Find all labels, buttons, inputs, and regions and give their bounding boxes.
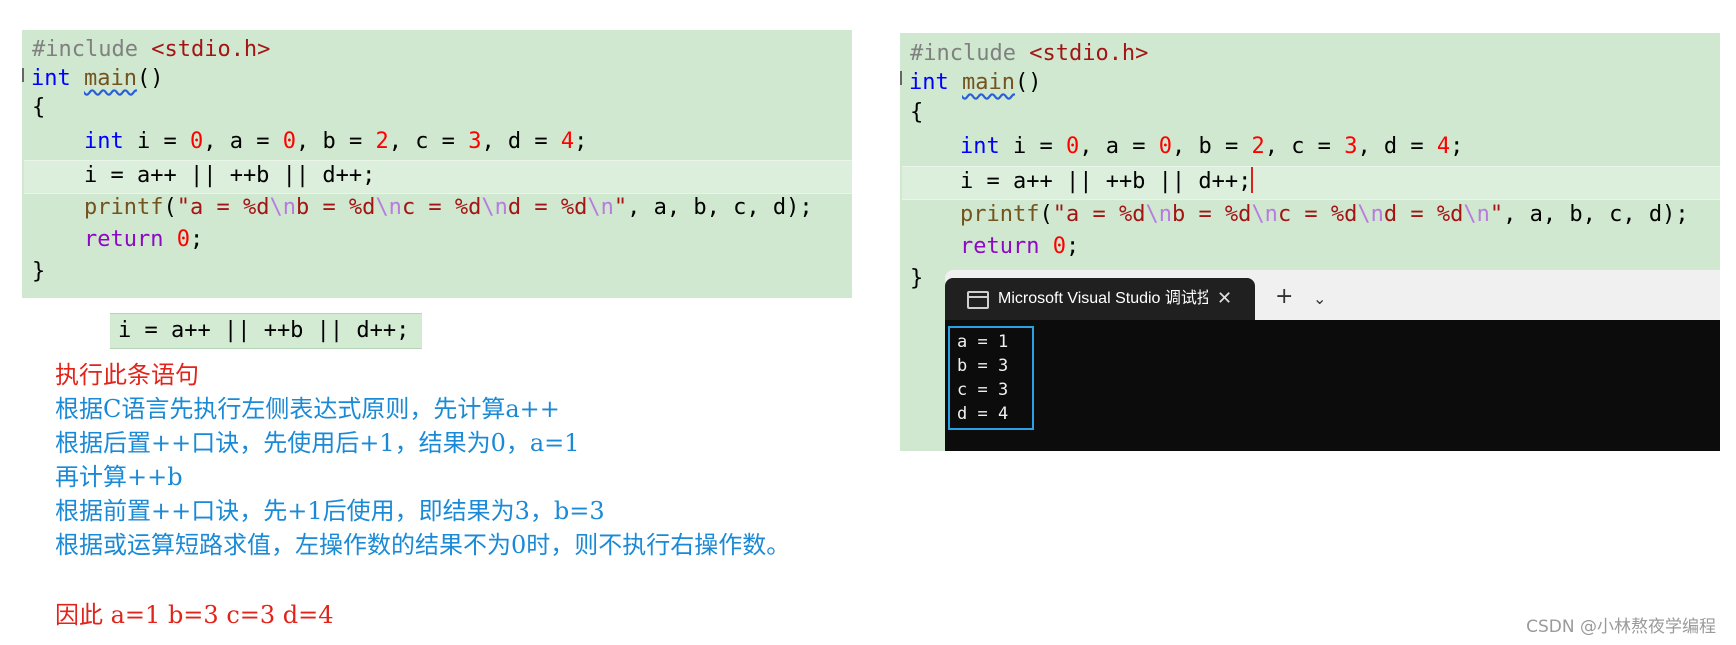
code-line-include: #include <stdio.h> [910, 41, 1149, 66]
note-line-4: 再计算++b [55, 463, 183, 491]
code-line-return: return 0; [960, 234, 1080, 259]
note-line-5: 根据前置++口诀，先+1后使用，即结果为3，b=3 [55, 497, 605, 525]
close-tab-icon[interactable]: ✕ [1217, 278, 1232, 320]
output-line: c = 3 [957, 380, 1009, 400]
code-line-open-brace: { [910, 100, 924, 125]
terminal-output-area[interactable]: a = 1 b = 3 c = 3 d = 4 [945, 320, 1720, 451]
note-line-1: 执行此条语句 [55, 361, 199, 389]
note-line-6: 根据或运算短路求值，左操作数的结果不为0时，则不执行右操作数。 [55, 531, 791, 559]
watermark: CSDN @小林熬夜学编程 [1526, 617, 1716, 637]
conclusion-line: 因此 a=1 b=3 c=3 d=4 [55, 601, 334, 629]
code-line-return: return 0; [84, 227, 204, 252]
note-line-3: 根据后置++口诀，先使用后+1，结果为0，a=1 [55, 429, 580, 457]
code-line-close-brace: } [910, 266, 924, 291]
code-line-declaration: int i = 0, a = 0, b = 2, c = 3, d = 4; [960, 134, 1464, 159]
code-line-expression: i = a++ || ++b || d++; [84, 163, 376, 188]
code-editor-left[interactable]: #include <stdio.h> int main() { int i = … [22, 30, 852, 298]
fold-marker[interactable] [900, 71, 905, 85]
new-tab-button[interactable]: + [1275, 282, 1293, 312]
terminal-tab[interactable]: Microsoft Visual Studio 调试控制台 ✕ [945, 278, 1255, 320]
code-line-printf: printf("a = %d\nb = %d\nc = %d\nd = %d\n… [84, 195, 813, 220]
fold-marker[interactable] [22, 68, 27, 82]
output-highlight-box: a = 1 b = 3 c = 3 d = 4 [948, 326, 1034, 430]
code-line-main: int main() [31, 66, 164, 91]
terminal-tab-title: Microsoft Visual Studio 调试控制台 [998, 290, 1208, 307]
code-line-open-brace: { [32, 95, 46, 120]
code-line-printf: printf("a = %d\nb = %d\nc = %d\nd = %d\n… [960, 202, 1689, 227]
terminal-icon [967, 291, 989, 309]
code-line-main: int main() [909, 70, 1042, 95]
output-line: d = 4 [957, 404, 1009, 424]
code-line-declaration: int i = 0, a = 0, b = 2, c = 3, d = 4; [84, 129, 588, 154]
code-line-close-brace: } [32, 259, 46, 284]
note-line-2: 根据C语言先执行左侧表达式原则，先计算a++ [55, 395, 560, 423]
output-line: a = 1 [957, 332, 1009, 352]
text-cursor [1251, 167, 1254, 193]
chevron-down-icon[interactable]: ⌄ [1313, 284, 1326, 314]
debug-console-window[interactable]: Microsoft Visual Studio 调试控制台 ✕ + ⌄ a = … [945, 270, 1720, 451]
code-line-include: #include <stdio.h> [32, 37, 271, 62]
terminal-tab-bar: Microsoft Visual Studio 调试控制台 ✕ + ⌄ [945, 270, 1720, 320]
output-line: b = 3 [957, 356, 1009, 376]
highlighted-statement: i = a++ || ++b || d++; [110, 313, 422, 349]
code-line-expression: i = a++ || ++b || d++; [960, 167, 1254, 194]
